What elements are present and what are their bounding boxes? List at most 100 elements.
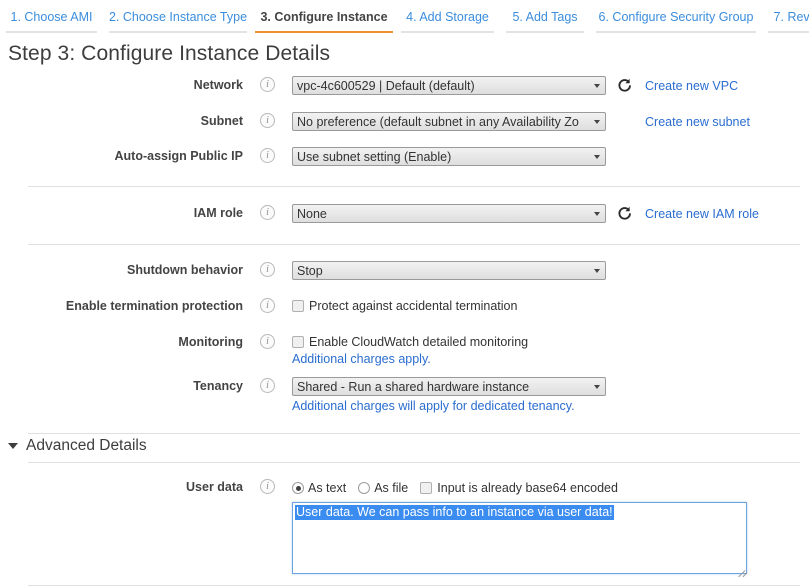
user-data-field: As text As file Input is already base64 … (292, 476, 809, 578)
info-icon[interactable]: i (260, 334, 275, 349)
user-data-label: User data (186, 480, 243, 494)
termination-protection-checkbox-label: Protect against accidental termination (309, 299, 518, 313)
user-data-as-file-label: As file (374, 481, 409, 495)
user-data-base64-label: Input is already base64 encoded (437, 481, 618, 495)
user-data-section: User data i As text As file Input is alr… (0, 476, 809, 578)
chevron-down-icon (594, 120, 600, 124)
row-user-data: User data i As text As file Input is alr… (0, 476, 809, 578)
tab-underline-active (255, 31, 393, 33)
shutdown-behavior-select-value: Stop (297, 264, 323, 278)
user-data-as-file-option[interactable]: As file (358, 481, 408, 495)
network-info-cell: i (243, 74, 292, 92)
refresh-icon[interactable] (617, 206, 632, 222)
network-select-value: vpc-4c600529 | Default (default) (297, 79, 475, 93)
wizard-tab-choose-ami[interactable]: 1. Choose AMI (0, 10, 103, 33)
info-icon[interactable]: i (260, 262, 275, 277)
user-data-as-text-option[interactable]: As text (292, 481, 346, 495)
advanced-details-toggle[interactable]: Advanced Details (8, 434, 809, 455)
tenancy-field: Shared - Run a shared hardware instance … (292, 375, 809, 413)
base64-checkbox[interactable] (420, 482, 433, 494)
subnet-field-line: No preference (default subnet in any Ava… (292, 112, 809, 131)
page-title: Step 3: Configure Instance Details (8, 42, 331, 65)
info-icon[interactable]: i (260, 205, 275, 220)
user-data-info-cell: i (243, 476, 292, 494)
monitoring-label: Monitoring (178, 335, 243, 349)
shutdown-behavior-field: Stop (292, 259, 809, 280)
shutdown-behavior-label: Shutdown behavior (127, 263, 243, 277)
iam-role-select-value: None (297, 207, 327, 221)
subnet-select-value: No preference (default subnet in any Ava… (297, 115, 579, 129)
monitoring-check-line: Enable CloudWatch detailed monitoring (292, 333, 809, 349)
row-subnet: Subnet i No preference (default subnet i… (0, 110, 809, 137)
section-divider (28, 462, 800, 463)
tenancy-charges-link[interactable]: Additional charges will apply for dedica… (292, 399, 809, 413)
row-termination-protection: Enable termination protection i Protect … (0, 295, 809, 322)
monitoring-info-cell: i (243, 331, 292, 349)
monitoring-charges-link[interactable]: Additional charges apply. (292, 352, 809, 366)
termination-protection-check-line: Protect against accidental termination (292, 297, 809, 313)
termination-protection-info-cell: i (243, 295, 292, 313)
info-icon[interactable]: i (260, 113, 275, 128)
wizard-tab-label: 2. Choose Instance Type (108, 10, 248, 24)
iam-role-section: IAM role i None Create new IAM role (0, 202, 809, 229)
section-divider (28, 244, 800, 245)
info-icon[interactable]: i (260, 77, 275, 92)
row-network: Network i vpc-4c600529 | Default (defaul… (0, 74, 809, 101)
monitoring-checkbox-label: Enable CloudWatch detailed monitoring (309, 335, 529, 349)
tab-underline (506, 31, 584, 33)
termination-protection-checkbox[interactable] (292, 300, 304, 312)
user-data-textarea[interactable]: User data. We can pass info to an instan… (292, 502, 748, 578)
auto-assign-ip-select-value: Use subnet setting (Enable) (297, 150, 452, 164)
tenancy-label: Tenancy (193, 379, 243, 393)
wizard-tab-bar: 1. Choose AMI 2. Choose Instance Type 3.… (0, 0, 809, 33)
tenancy-select-value: Shared - Run a shared hardware instance (297, 380, 530, 394)
wizard-tab-choose-instance-type[interactable]: 2. Choose Instance Type (103, 10, 253, 33)
wizard-tab-configure-security-group[interactable]: 6. Configure Security Group (590, 10, 762, 33)
wizard-tab-add-storage[interactable]: 4. Add Storage (395, 10, 500, 33)
info-icon[interactable]: i (260, 378, 275, 393)
info-icon[interactable]: i (260, 298, 275, 313)
network-section: Network i vpc-4c600529 | Default (defaul… (0, 74, 809, 172)
iam-role-select[interactable]: None (292, 204, 606, 223)
tenancy-select[interactable]: Shared - Run a shared hardware instance (292, 377, 606, 396)
network-select[interactable]: vpc-4c600529 | Default (default) (292, 76, 606, 95)
tab-underline (401, 31, 494, 33)
wizard-tab-label: 7. Review (773, 10, 809, 24)
section-divider (28, 186, 800, 187)
network-field: vpc-4c600529 | Default (default) Create … (292, 74, 809, 95)
auto-assign-ip-select[interactable]: Use subnet setting (Enable) (292, 147, 606, 166)
info-icon[interactable]: i (260, 148, 275, 163)
subnet-label: Subnet (200, 114, 243, 128)
user-data-as-text-label: As text (308, 481, 347, 495)
subnet-select[interactable]: No preference (default subnet in any Ava… (292, 112, 606, 131)
subnet-info-cell: i (243, 110, 292, 128)
radio-as-file[interactable] (358, 482, 371, 494)
create-new-subnet-link[interactable]: Create new subnet (645, 115, 750, 129)
chevron-down-icon (594, 212, 600, 216)
iam-role-field: None Create new IAM role (292, 202, 809, 223)
row-monitoring: Monitoring i Enable CloudWatch detailed … (0, 331, 809, 366)
iam-role-field-line: None Create new IAM role (292, 204, 809, 223)
network-label: Network (193, 78, 243, 92)
info-icon[interactable]: i (260, 479, 275, 494)
create-new-vpc-link[interactable]: Create new VPC (645, 79, 738, 93)
chevron-down-icon (594, 155, 600, 159)
iam-role-label: IAM role (193, 206, 243, 220)
resize-grip-icon[interactable] (735, 562, 748, 578)
row-auto-assign-public-ip: Auto-assign Public IP i Use subnet setti… (0, 145, 809, 172)
shutdown-behavior-select[interactable]: Stop (292, 261, 606, 280)
chevron-down-icon (594, 84, 600, 88)
radio-as-text[interactable] (292, 482, 304, 494)
tab-underline (596, 31, 756, 33)
refresh-icon[interactable] (617, 78, 632, 94)
monitoring-checkbox[interactable] (292, 336, 304, 348)
triangle-down-icon (8, 443, 18, 449)
create-new-iam-role-link[interactable]: Create new IAM role (645, 207, 759, 221)
wizard-tab-review[interactable]: 7. Review (762, 10, 809, 33)
wizard-tab-add-tags[interactable]: 5. Add Tags (500, 10, 590, 33)
auto-assign-ip-field: Use subnet setting (Enable) (292, 145, 809, 166)
tenancy-info-cell: i (243, 375, 292, 393)
wizard-tab-configure-instance[interactable]: 3. Configure Instance (253, 10, 395, 33)
wizard-tab-label: 6. Configure Security Group (598, 10, 754, 24)
user-data-base64-option[interactable]: Input is already base64 encoded (420, 481, 618, 495)
